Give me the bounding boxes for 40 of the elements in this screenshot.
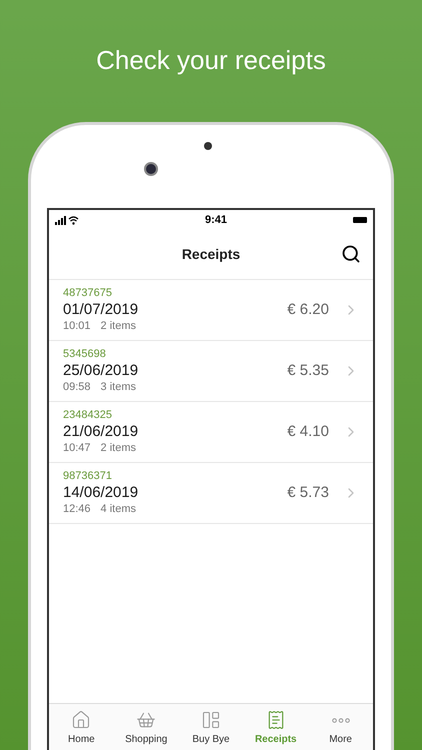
speaker-icon — [204, 142, 212, 150]
house-icon — [71, 710, 92, 730]
signal-wifi-icon — [55, 216, 79, 224]
nav-title: Receipts — [182, 245, 240, 264]
camera-icon — [144, 162, 158, 176]
receipt-time: 09:58 — [63, 380, 91, 394]
headline: Check your receipts — [96, 44, 326, 76]
receipt-date: 25/06/2019 — [63, 361, 140, 380]
receipt-date: 14/06/2019 — [63, 483, 140, 502]
shelf-icon — [200, 710, 221, 730]
receipt-time: 10:47 — [63, 441, 91, 455]
item-count: 2 items — [100, 319, 136, 333]
receipt-row[interactable]: 23484325 21/06/2019 10:47 2 items € 4.10 — [49, 402, 373, 463]
receipt-amount: € 4.10 — [287, 422, 329, 442]
receipt-row[interactable]: 98736371 14/06/2019 12:46 4 items € 5.73 — [49, 463, 373, 524]
tab[interactable]: More — [308, 704, 373, 750]
receipt-number: 98736371 — [63, 470, 113, 483]
receipt-time: 10:01 — [63, 319, 91, 333]
receipt-amount: € 5.35 — [287, 360, 329, 381]
receipt-row[interactable]: 5345698 25/06/2019 09:58 3 items € 5.35 — [49, 341, 373, 402]
search-button[interactable] — [341, 244, 361, 264]
status-time: 9:41 — [204, 212, 228, 228]
receipt-amount: € 6.20 — [287, 300, 329, 320]
item-count: 4 items — [100, 502, 136, 516]
receipt-time: 12:46 — [63, 502, 91, 516]
battery-icon — [353, 217, 367, 223]
receipt-date: 01/07/2019 — [63, 300, 140, 319]
receipt-number: 23484325 — [63, 409, 113, 422]
receipt-amount: € 5.73 — [287, 482, 329, 503]
receipt-number: 5345698 — [63, 348, 107, 361]
basket-icon — [136, 710, 156, 730]
tab[interactable]: Shopping — [114, 704, 179, 750]
tab[interactable]: Home — [49, 704, 114, 750]
receipt-date: 21/06/2019 — [63, 422, 140, 441]
item-count: 3 items — [100, 380, 136, 394]
item-count: 2 items — [100, 441, 136, 455]
receipt-row[interactable]: 48737675 01/07/2019 10:01 2 items € 6.20 — [49, 280, 373, 341]
receipt-number: 48737675 — [63, 287, 113, 300]
tab[interactable]: Buy Bye — [178, 704, 244, 750]
more-icon — [332, 718, 350, 722]
